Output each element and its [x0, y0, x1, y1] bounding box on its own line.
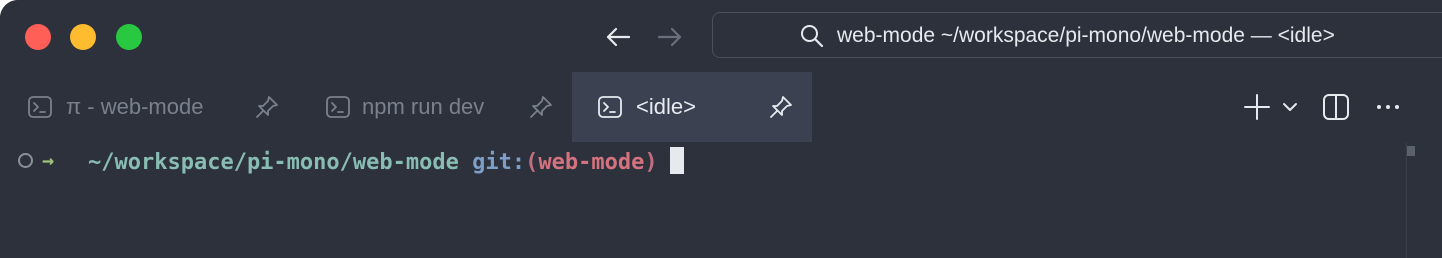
terminal-output[interactable]: → ~/workspace/pi-mono/web-mode git:(web-…: [0, 142, 1442, 258]
plus-icon[interactable]: [1242, 92, 1272, 122]
search-bar[interactable]: web-mode ~/workspace/pi-mono/web-mode — …: [712, 12, 1442, 58]
minimize-window-button[interactable]: [70, 24, 96, 50]
chevron-down-icon[interactable]: [1280, 92, 1300, 122]
prompt-git-branch: web-mode: [538, 150, 645, 175]
terminal-icon: [28, 96, 52, 118]
prompt-cwd: ~/workspace/pi-mono/web-mode: [88, 150, 459, 175]
scrollbar-thumb[interactable]: [1407, 146, 1415, 156]
tab-bar: π - web-mode npm run dev <idle>: [0, 72, 1442, 142]
tab-pi-web-mode[interactable]: π - web-mode: [0, 72, 300, 142]
tab-label: π - web-mode: [66, 94, 204, 119]
prompt-paren-open: (: [525, 150, 539, 175]
prompt-arrow: →: [42, 148, 55, 172]
arrow-right-icon[interactable]: [655, 22, 685, 52]
pin-icon[interactable]: [254, 94, 280, 120]
prompt-git-prefix: git:: [472, 150, 526, 175]
tab-idle[interactable]: <idle>: [572, 72, 812, 142]
pin-icon[interactable]: [768, 94, 794, 120]
arrow-left-icon[interactable]: [603, 22, 633, 52]
prompt-status-indicator: [18, 153, 33, 168]
tab-label: <idle>: [636, 94, 696, 119]
prompt-line: ~/workspace/pi-mono/web-mode git:(web-mo…: [88, 147, 684, 175]
terminal-cursor: [669, 147, 684, 174]
terminal-window: web-mode ~/workspace/pi-mono/web-mode — …: [0, 0, 1442, 258]
split-pane-icon[interactable]: [1321, 92, 1351, 122]
terminal-icon: [326, 96, 350, 118]
search-bar-text: web-mode ~/workspace/pi-mono/web-mode — …: [837, 24, 1335, 47]
pin-icon[interactable]: [528, 94, 554, 120]
scrollbar[interactable]: [1406, 142, 1442, 258]
tab-label: npm run dev: [362, 94, 485, 119]
zoom-window-button[interactable]: [116, 24, 142, 50]
more-horizontal-icon[interactable]: [1374, 92, 1402, 122]
prompt-paren-close: ): [644, 150, 658, 175]
terminal-icon: [598, 96, 622, 118]
tab-npm-run-dev[interactable]: npm run dev: [300, 72, 572, 142]
search-icon: [801, 25, 824, 48]
title-bar: web-mode ~/workspace/pi-mono/web-mode — …: [0, 0, 1442, 72]
close-window-button[interactable]: [25, 24, 51, 50]
